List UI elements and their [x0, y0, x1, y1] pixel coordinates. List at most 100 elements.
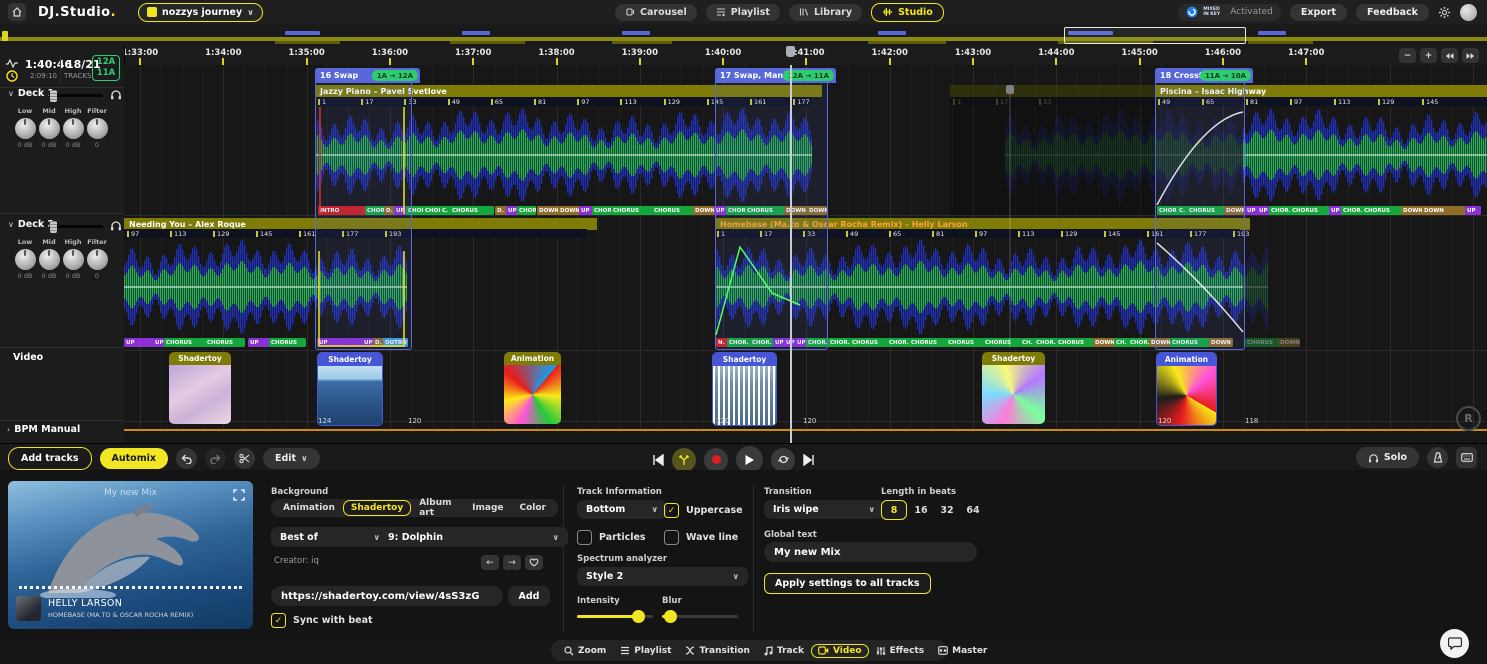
- timeline-ruler[interactable]: − + 1:33:001:34:001:35:001:36:001:37:001…: [0, 46, 1487, 66]
- intensity-slider[interactable]: [577, 615, 653, 618]
- tab-color[interactable]: Color: [512, 500, 555, 516]
- video-preview[interactable]: My new Mix HELLY LARSON HOMEBASE (MA.TO …: [8, 481, 253, 629]
- tab-shadertoy[interactable]: Shadertoy: [343, 500, 411, 516]
- knob-dial[interactable]: [39, 249, 60, 270]
- headphones-icon[interactable]: [110, 89, 122, 100]
- playhead-handle[interactable]: [786, 46, 795, 57]
- edit-menu-button[interactable]: Edit∨: [263, 448, 320, 469]
- shortcuts-button[interactable]: [1456, 447, 1477, 468]
- panel-master[interactable]: Master: [931, 644, 994, 658]
- apply-settings-button[interactable]: Apply settings to all tracks: [764, 573, 931, 594]
- knob-dial[interactable]: [87, 249, 108, 270]
- blur-slider[interactable]: [662, 615, 738, 618]
- wave-line-checkbox[interactable]: [664, 530, 679, 545]
- shader-select-dropdown[interactable]: 9: Dolphin∨: [379, 527, 568, 547]
- knob-dial[interactable]: [15, 118, 36, 139]
- favorite-button[interactable]: [525, 555, 543, 570]
- deck-1-header[interactable]: ∨ Deck 1: [8, 88, 54, 99]
- knob-dial[interactable]: [63, 249, 84, 270]
- avatar[interactable]: [1460, 4, 1477, 21]
- skip-end-button[interactable]: [803, 454, 815, 466]
- panel-track[interactable]: Track: [757, 644, 811, 658]
- particles-checkbox[interactable]: [577, 530, 592, 545]
- deck-1-volume-handle[interactable]: [50, 90, 57, 102]
- tab-image[interactable]: Image: [464, 500, 511, 516]
- zoom-out-button[interactable]: −: [1399, 48, 1416, 63]
- play-button[interactable]: [736, 446, 763, 473]
- bpm-manual-toggle[interactable]: › BPM Manual: [7, 424, 80, 435]
- automix-to-playhead-button[interactable]: [672, 448, 696, 472]
- minimap-viewport[interactable]: [1064, 27, 1246, 44]
- shader-preset-dropdown[interactable]: Best of∨: [271, 527, 389, 547]
- nav-studio[interactable]: Studio: [871, 3, 944, 22]
- seek-back-button[interactable]: [1441, 48, 1458, 63]
- eq-knob-mid[interactable]: Mid0 dB: [36, 238, 62, 280]
- mix-overview-minimap[interactable]: [0, 24, 1487, 47]
- panel-video[interactable]: Video: [811, 644, 869, 658]
- project-selector[interactable]: nozzys journey ∨: [138, 3, 263, 22]
- chat-support-button[interactable]: [1440, 629, 1469, 658]
- knob-dial[interactable]: [15, 249, 36, 270]
- transition-type-dropdown[interactable]: Iris wipe∨: [764, 500, 884, 519]
- skip-start-button[interactable]: [652, 454, 664, 466]
- deck-2-volume-slider[interactable]: [49, 225, 103, 228]
- zoom-in-button[interactable]: +: [1420, 48, 1437, 63]
- length-8-button[interactable]: 8: [881, 500, 907, 520]
- playhead[interactable]: [790, 65, 792, 443]
- solo-button[interactable]: Solo: [1356, 447, 1419, 468]
- intensity-slider-knob[interactable]: [632, 610, 645, 623]
- tab-album-art[interactable]: Album art: [411, 495, 464, 521]
- blur-slider-knob[interactable]: [664, 610, 677, 623]
- deck-2-volume-handle[interactable]: [50, 221, 57, 233]
- tab-animation[interactable]: Animation: [275, 500, 343, 516]
- add-shader-button[interactable]: Add: [508, 586, 550, 606]
- next-shader-button[interactable]: →: [503, 555, 521, 570]
- feedback-button[interactable]: Feedback: [1356, 4, 1429, 21]
- deck-2-header[interactable]: ∨ Deck 2: [8, 219, 54, 230]
- headphones-icon[interactable]: [110, 220, 122, 231]
- metronome-button[interactable]: [1427, 447, 1448, 468]
- knob-dial[interactable]: [39, 118, 60, 139]
- add-tracks-button[interactable]: Add tracks: [8, 447, 92, 470]
- cut-button[interactable]: [234, 448, 255, 469]
- spectrum-style-dropdown[interactable]: Style 2∨: [577, 567, 748, 586]
- sync-with-beat-checkbox[interactable]: ✓: [271, 613, 286, 628]
- global-text-input[interactable]: My new Mix: [764, 542, 977, 562]
- length-16-button[interactable]: 16: [909, 501, 933, 519]
- eq-knob-filter[interactable]: Filter0: [84, 238, 110, 280]
- knob-dial[interactable]: [63, 118, 84, 139]
- eq-knob-high[interactable]: High0 dB: [60, 107, 86, 149]
- fullscreen-icon[interactable]: [233, 489, 245, 501]
- eq-knob-mid[interactable]: Mid0 dB: [36, 107, 62, 149]
- panel-effects[interactable]: Effects: [869, 644, 932, 658]
- nav-library[interactable]: Library: [789, 4, 862, 21]
- eq-knob-filter[interactable]: Filter0: [84, 107, 110, 149]
- home-button[interactable]: [8, 3, 26, 21]
- shader-url-input[interactable]: https://shadertoy.com/view/4sS3zG: [271, 586, 503, 606]
- deck-1-volume-slider[interactable]: [49, 94, 103, 97]
- export-button[interactable]: Export: [1290, 4, 1347, 21]
- panel-playlist[interactable]: Playlist: [613, 644, 678, 658]
- undo-button[interactable]: [176, 448, 197, 469]
- loop-button[interactable]: [771, 448, 795, 472]
- redo-button[interactable]: [205, 448, 226, 469]
- timeline-stage[interactable]: Jazzy Piano – Pavel SvetlovePiscina – Is…: [124, 65, 1487, 443]
- seek-forward-button[interactable]: [1462, 48, 1479, 63]
- uppercase-checkbox[interactable]: ✓: [664, 503, 679, 518]
- automix-button[interactable]: Automix: [100, 448, 168, 469]
- knob-dial[interactable]: [87, 118, 108, 139]
- eq-knob-low[interactable]: Low0 dB: [12, 238, 38, 280]
- nav-carousel[interactable]: Carousel: [615, 4, 697, 21]
- record-button[interactable]: [704, 448, 728, 472]
- gear-icon[interactable]: [1438, 6, 1451, 19]
- bpm-automation-line[interactable]: [124, 429, 1487, 431]
- prev-shader-button[interactable]: ←: [481, 555, 499, 570]
- text-position-dropdown[interactable]: Bottom∨: [577, 500, 667, 519]
- length-32-button[interactable]: 32: [935, 501, 959, 519]
- length-64-button[interactable]: 64: [961, 501, 985, 519]
- eq-knob-low[interactable]: Low0 dB: [12, 107, 38, 149]
- eq-knob-high[interactable]: High0 dB: [60, 238, 86, 280]
- nav-playlist[interactable]: Playlist: [706, 4, 780, 21]
- panel-zoom[interactable]: Zoom: [557, 644, 613, 658]
- panel-transition[interactable]: Transition: [678, 644, 757, 658]
